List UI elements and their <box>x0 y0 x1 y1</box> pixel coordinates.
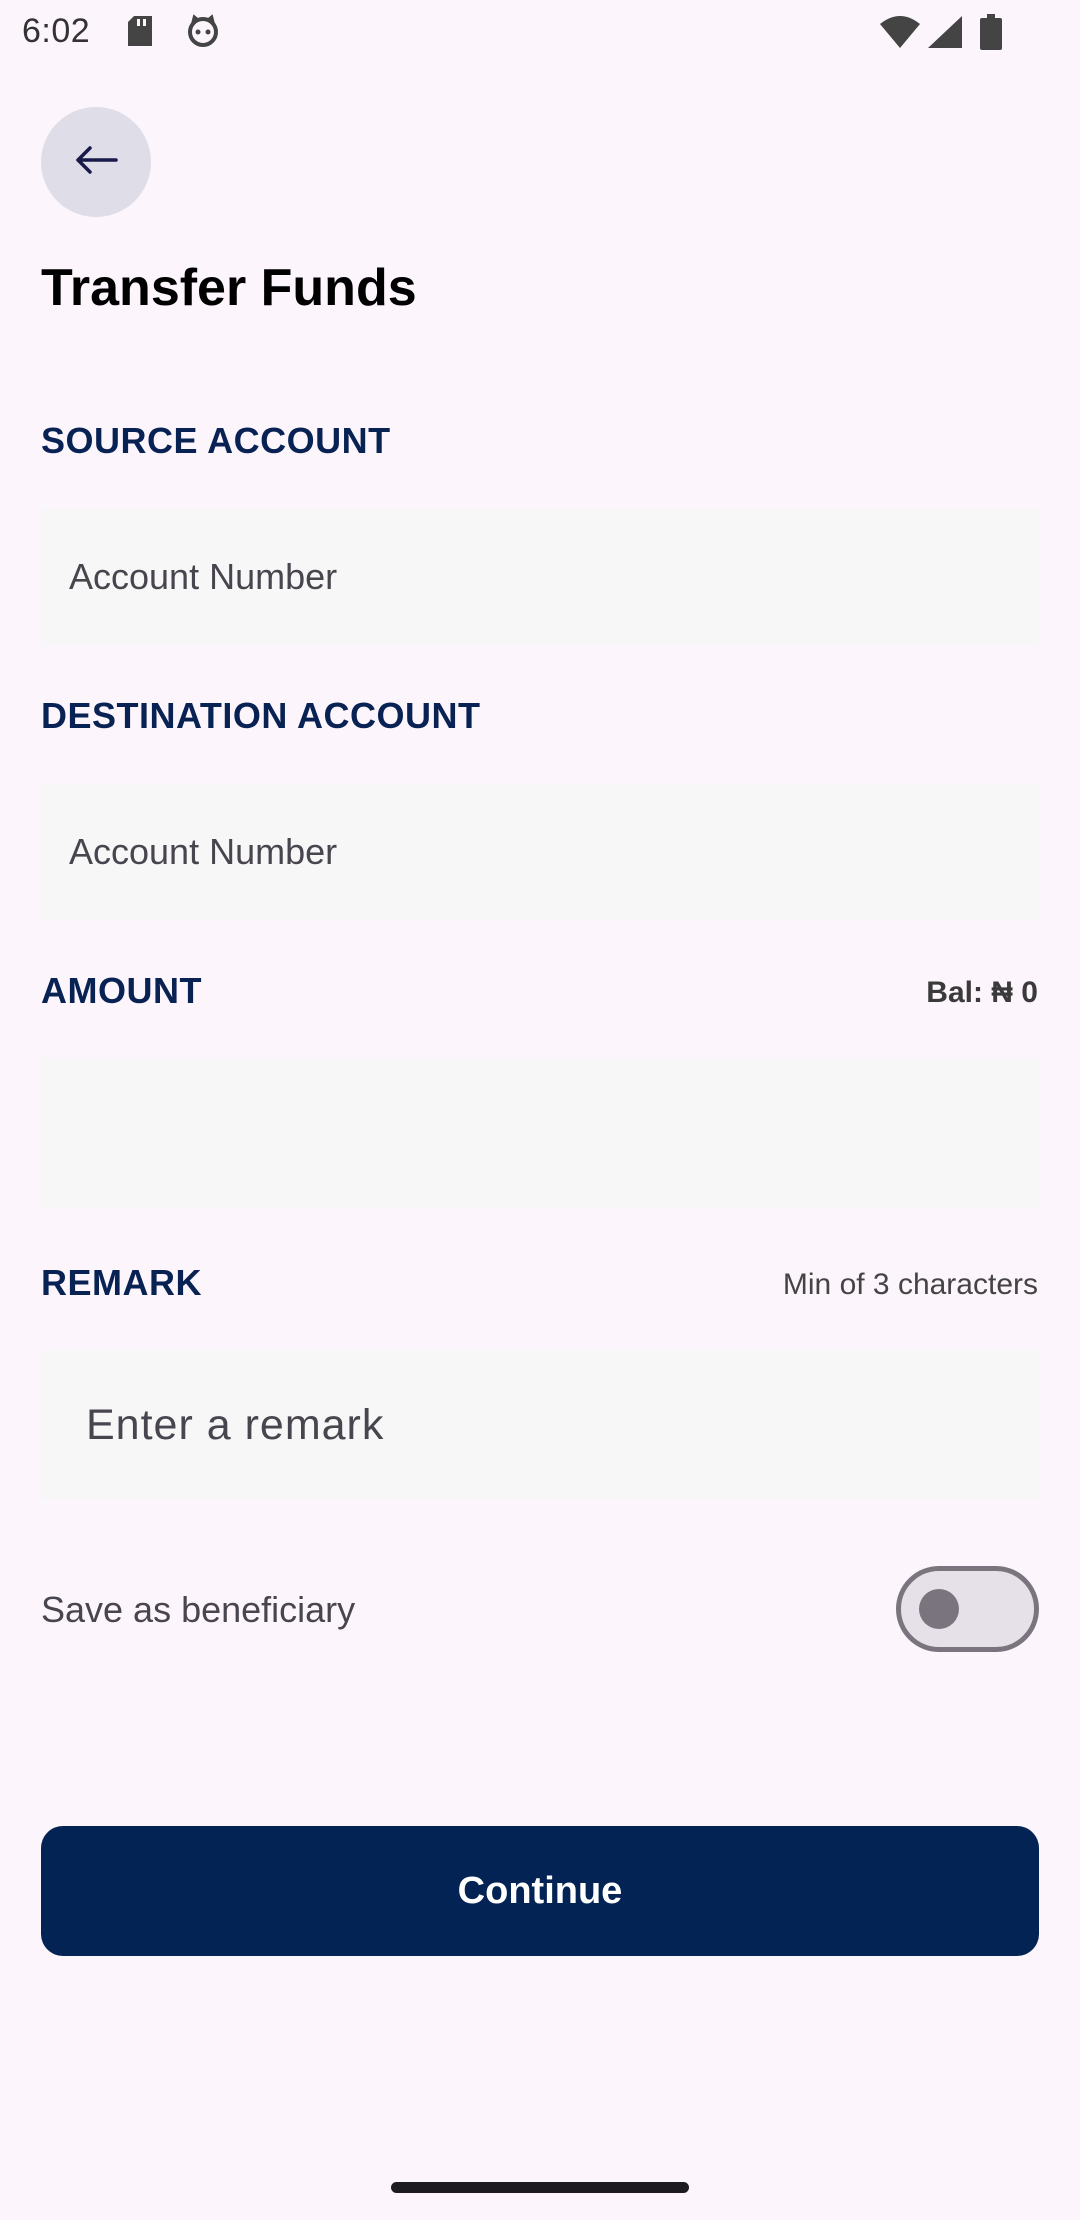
remark-hint: Min of 3 characters <box>782 1268 1038 1301</box>
home-indicator[interactable] <box>391 2182 689 2193</box>
page-title: Transfer Funds <box>41 259 417 317</box>
remark-input[interactable] <box>41 1350 1039 1500</box>
amount-label: AMOUNT <box>41 970 202 1011</box>
balance-text: Bal: ₦ 0 <box>926 976 1038 1009</box>
status-bar: 6:02 <box>0 0 1080 64</box>
amount-input[interactable] <box>41 1058 1039 1208</box>
save-beneficiary-toggle[interactable] <box>896 1566 1039 1652</box>
signal-icon <box>928 16 962 53</box>
status-time: 6:02 <box>22 12 91 50</box>
destination-account-input[interactable] <box>41 783 1039 920</box>
toggle-knob <box>919 1589 959 1629</box>
arrow-left-icon <box>74 145 118 180</box>
remark-label: REMARK <box>41 1262 202 1303</box>
transfer-funds-screen: 6:02 Transfer Funds SOURCE ACCOUNT DESTI… <box>0 0 1080 2220</box>
source-account-input[interactable] <box>41 508 1039 645</box>
save-beneficiary-label: Save as beneficiary <box>41 1589 356 1630</box>
battery-icon <box>980 14 1002 55</box>
continue-button[interactable]: Continue <box>41 1826 1039 1956</box>
destination-account-label: DESTINATION ACCOUNT <box>41 695 481 736</box>
wifi-icon <box>880 16 920 53</box>
back-button[interactable] <box>41 107 151 217</box>
source-account-label: SOURCE ACCOUNT <box>41 420 391 461</box>
cat-face-icon <box>186 14 220 53</box>
sd-card-icon <box>128 16 152 51</box>
